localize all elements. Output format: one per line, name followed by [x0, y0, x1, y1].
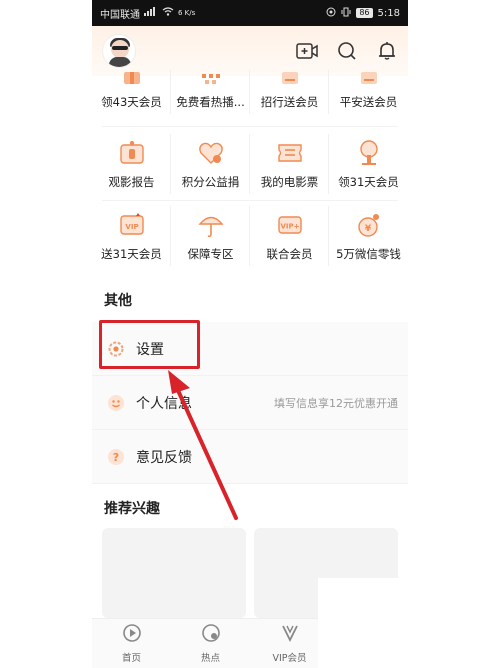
blank-overlay: [318, 578, 500, 668]
pointer-arrow: [168, 370, 238, 520]
page: 中国联通 6 K/s 86 5:18 领43天会员 免费看热播... 招行送会员…: [0, 0, 500, 668]
